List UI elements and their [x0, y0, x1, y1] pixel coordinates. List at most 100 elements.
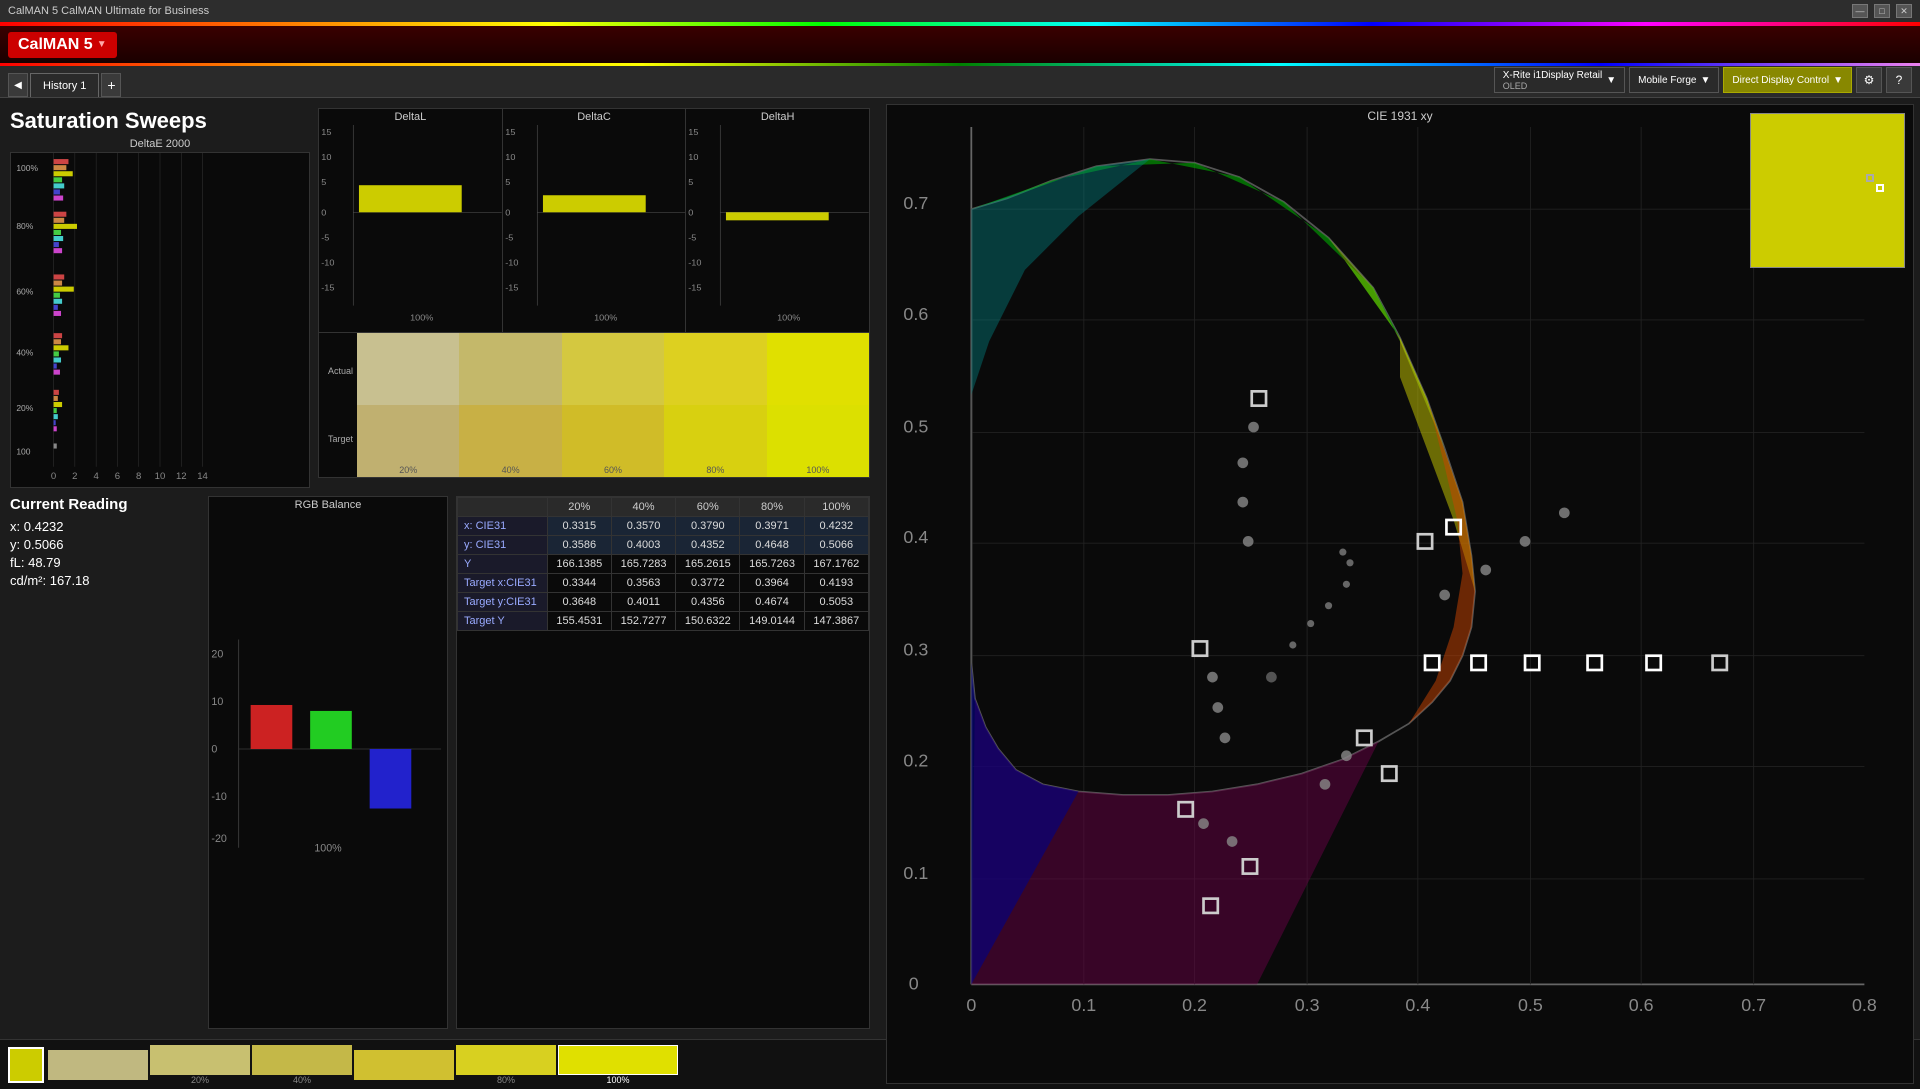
swatch-pct-60: 60% — [604, 465, 622, 475]
strip-swatch-color-5[interactable] — [456, 1045, 556, 1075]
display-arrow: ▼ — [1833, 75, 1843, 86]
preview-target-point — [1866, 174, 1874, 182]
current-reading-title: Current Reading — [10, 496, 200, 513]
cie-panel: CIE 1931 xy 0 0.1 0.2 0.3 0.4 0.5 0.6 0.… — [886, 104, 1914, 1084]
delta-h-chart: DeltaH 15 10 5 0 -5 -10 -15 — [686, 108, 870, 333]
bottom-section: Current Reading x: 0.4232 y: 0.5066 fL: … — [10, 496, 870, 1029]
svg-text:0.5: 0.5 — [1518, 995, 1543, 1015]
swatch-actual-100 — [767, 333, 869, 405]
cell-tx-80: 0.3964 — [740, 574, 804, 593]
delta-l-title: DeltaL — [319, 109, 502, 125]
data-table: 20% 40% 60% 80% 100% x: CIE31 0.3315 0.3… — [457, 497, 869, 631]
svg-text:0: 0 — [909, 974, 919, 994]
table-row-x: x: CIE31 0.3315 0.3570 0.3790 0.3971 0.4… — [458, 517, 869, 536]
deltae-svg: 0 2 4 6 8 10 12 14 100 100% 80% 60% — [11, 153, 309, 487]
tab-history1[interactable]: History 1 — [30, 73, 99, 97]
svg-text:0.3: 0.3 — [1295, 995, 1320, 1015]
svg-text:0: 0 — [966, 995, 976, 1015]
svg-text:0: 0 — [689, 208, 694, 217]
svg-text:60%: 60% — [16, 287, 34, 297]
rgb-balance-chart: RGB Balance 20 10 0 -10 -20 — [208, 496, 448, 1029]
maximize-button[interactable]: □ — [1874, 4, 1890, 18]
svg-text:0.1: 0.1 — [1071, 995, 1096, 1015]
cell-Y-80: 165.7263 — [740, 555, 804, 574]
strip-swatch-color-4[interactable] — [354, 1050, 454, 1080]
cell-y-100: 0.5066 — [804, 536, 868, 555]
cell-x-60: 0.3790 — [676, 517, 740, 536]
svg-text:0.3: 0.3 — [903, 640, 928, 660]
minimize-button[interactable]: — — [1852, 4, 1868, 18]
tab-back-button[interactable]: ◀ — [8, 73, 28, 97]
strip-swatch-4 — [354, 1050, 454, 1080]
strip-swatch-label-2: 20% — [150, 1075, 250, 1085]
display-button[interactable]: Direct Display Control ▼ — [1723, 67, 1852, 93]
svg-text:-5: -5 — [505, 233, 513, 242]
svg-text:40%: 40% — [16, 348, 34, 358]
toolbar-right: X-Rite i1Display Retail OLED ▼ Mobile Fo… — [1494, 67, 1912, 97]
source-device-arrow: ▼ — [1606, 75, 1616, 86]
svg-text:0.6: 0.6 — [903, 304, 928, 324]
svg-text:0.8: 0.8 — [1852, 995, 1877, 1015]
preview-actual-point — [1876, 184, 1884, 192]
rgb-balance-svg: 20 10 0 -10 -20 100% — [209, 513, 447, 980]
cell-tY-20: 155.4531 — [547, 612, 611, 631]
cell-x-40: 0.3570 — [611, 517, 675, 536]
strip-swatch-3: 40% — [252, 1045, 352, 1085]
cell-tY-40: 152.7277 — [611, 612, 675, 631]
swatch-actual-40 — [459, 333, 561, 405]
rgb-balance-title: RGB Balance — [209, 497, 447, 513]
actual-swatches-row — [357, 333, 869, 405]
swatch-target-20: 20% — [357, 405, 459, 477]
svg-text:0.5: 0.5 — [903, 416, 928, 436]
tab-label: History 1 — [43, 80, 86, 92]
strip-swatch-color-1[interactable] — [48, 1050, 148, 1080]
cell-tx-40: 0.3563 — [611, 574, 675, 593]
strip-swatch-color-2[interactable] — [150, 1045, 250, 1075]
tab-add-button[interactable]: + — [101, 73, 121, 97]
strip-swatch-5: 80% — [456, 1045, 556, 1085]
col-header-20: 20% — [547, 498, 611, 517]
swatch-pct-100: 100% — [806, 465, 829, 475]
swatches-container: Actual Target — [318, 333, 870, 478]
svg-text:0.7: 0.7 — [1741, 995, 1766, 1015]
svg-text:0.7: 0.7 — [903, 193, 928, 213]
swatch-actual-20 — [357, 333, 459, 405]
help-button[interactable]: ? — [1886, 67, 1912, 93]
cell-ty-100: 0.5053 — [804, 593, 868, 612]
strip-swatch-label-3: 40% — [252, 1075, 352, 1085]
col-header-100: 100% — [804, 498, 868, 517]
svg-text:0.2: 0.2 — [1182, 995, 1207, 1015]
generator-arrow: ▼ — [1700, 75, 1710, 86]
delta-l-svg: 15 10 5 0 -5 -10 -15 100% — [319, 125, 502, 326]
svg-text:100: 100 — [16, 447, 31, 457]
svg-text:6: 6 — [115, 471, 120, 481]
svg-text:0: 0 — [505, 208, 510, 217]
cell-tY-80: 149.0144 — [740, 612, 804, 631]
settings-button[interactable]: ⚙ — [1856, 67, 1882, 93]
cell-Y-20: 166.1385 — [547, 555, 611, 574]
row-label-ty: Target y:CIE31 — [458, 593, 548, 612]
source-device-button[interactable]: X-Rite i1Display Retail OLED ▼ — [1494, 67, 1625, 93]
swatch-target-40: 40% — [459, 405, 561, 477]
generator-button[interactable]: Mobile Forge ▼ — [1629, 67, 1719, 93]
delta-c-svg: 15 10 5 0 -5 -10 -15 100% — [503, 125, 686, 326]
calman-logo[interactable]: CalMAN 5 ▼ — [8, 32, 117, 58]
svg-text:15: 15 — [689, 128, 699, 137]
strip-swatch-color-3[interactable] — [252, 1045, 352, 1075]
svg-text:0.4: 0.4 — [1405, 995, 1430, 1015]
cell-y-40: 0.4003 — [611, 536, 675, 555]
window-controls: — □ ✕ — [1852, 4, 1912, 18]
svg-text:-10: -10 — [505, 258, 518, 267]
svg-text:100%: 100% — [16, 163, 38, 173]
swatch-target-100: 100% — [767, 405, 869, 477]
row-label-tY: Target Y — [458, 612, 548, 631]
delta-h-svg: 15 10 5 0 -5 -10 -15 100% — [686, 125, 869, 326]
cell-tY-100: 147.3867 — [804, 612, 868, 631]
strip-swatch-color-6[interactable] — [558, 1045, 678, 1075]
display-label: Direct Display Control — [1732, 75, 1829, 86]
tab-bar: ◀ History 1 + X-Rite i1Display Retail OL… — [0, 66, 1920, 98]
close-button[interactable]: ✕ — [1896, 4, 1912, 18]
strip-active-swatch[interactable] — [8, 1047, 44, 1083]
row-label-y: y: CIE31 — [458, 536, 548, 555]
cell-tx-20: 0.3344 — [547, 574, 611, 593]
